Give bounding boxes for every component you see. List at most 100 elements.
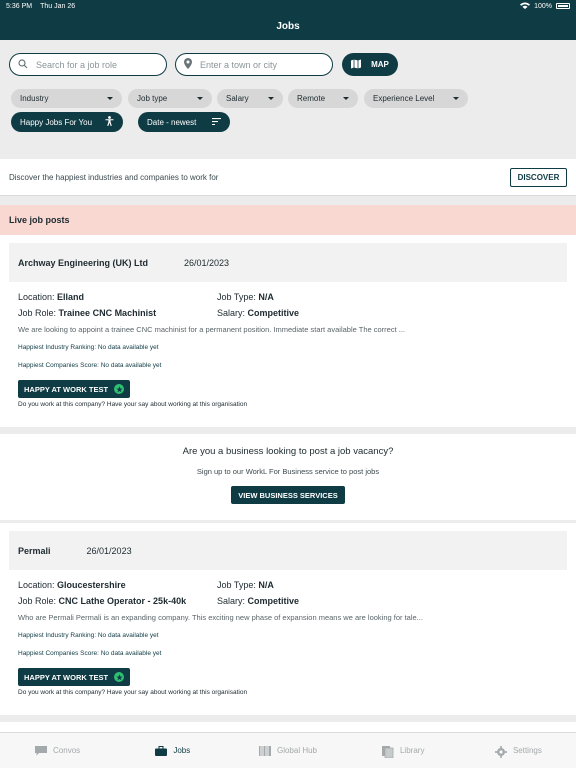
salary-value: Competitive [247,308,300,318]
tab-settings[interactable]: Settings [461,733,576,768]
happy-jobs-label: Happy Jobs For You [20,117,93,127]
job-type-value: N/A [258,580,274,590]
job-role-search-input[interactable]: Search for a job role [9,53,167,76]
live-job-posts-header: Live job posts [0,205,576,235]
experience-filter-label: Experience Level [373,94,435,103]
happy-jobs-chip[interactable]: Happy Jobs For You [11,112,123,132]
business-promo-subtitle: Sign up to our WorkL For Business servic… [196,467,380,476]
search-area: Search for a job role Enter a town or ci… [0,40,576,145]
remote-filter-label: Remote [297,94,326,103]
job-role-value: Trainee CNC Machinist [58,308,157,318]
library-icon [381,745,394,758]
chevron-down-icon [107,97,113,100]
companies-score: Happiest Companies Score: No data availa… [18,362,162,369]
salary-filter-label: Salary [226,94,249,103]
industry-ranking: Happiest Industry Ranking: No data avail… [18,632,159,639]
chat-icon [35,745,48,756]
happy-test-label: HAPPY AT WORK TEST [24,672,109,682]
industry-ranking: Happiest Industry Ranking: No data avail… [18,344,159,351]
job-card[interactable]: Permali 26/01/2023 Location: Gloucesters… [0,523,576,715]
post-date: 26/01/2023 [184,257,230,268]
sort-label: Date - newest [147,117,197,127]
company-feedback-note: Do you work at this company? Have your s… [18,689,248,696]
tab-convos-label: Convos [53,746,81,755]
battery-percent: 100% [534,2,552,10]
industry-filter-label: Industry [20,94,49,103]
industry-filter[interactable]: Industry [11,89,122,108]
business-promo-card: Are you a business looking to post a job… [0,434,576,520]
job-type-label: Job Type: [217,580,256,590]
company-name: Permali [18,545,51,556]
view-business-services-button[interactable]: VIEW BUSINESS SERVICES [231,486,345,504]
job-role-label: Job Role: [18,308,57,318]
job-role: Job Role: Trainee CNC Machinist [18,308,156,318]
chevron-down-icon [343,97,349,100]
job-role-value: CNC Lathe Operator - 25k-40k [58,596,187,606]
discover-button-label: DISCOVER [517,172,560,182]
salary-label: Salary: [217,596,246,606]
post-date: 26/01/2023 [86,545,132,556]
smile-badge-icon [114,672,125,682]
chevron-down-icon [453,97,459,100]
tab-jobs-label: Jobs [173,746,191,755]
happy-at-work-test-button[interactable]: HAPPY AT WORK TEST [18,380,131,398]
location-label: Location: [18,580,55,590]
discover-text: Discover the happiest industries and com… [9,172,219,182]
chevron-down-icon [197,97,203,100]
company-feedback-note: Do you work at this company? Have your s… [18,401,248,408]
tab-convos[interactable]: Convos [0,733,115,768]
discover-banner: Discover the happiest industries and com… [0,159,576,196]
map-icon [351,59,362,71]
chevron-down-icon [268,97,274,100]
experience-filter[interactable]: Experience Level [364,89,468,108]
company-name: Archway Engineering (UK) Ltd [18,257,149,268]
job-type: Job Type: N/A [217,292,274,302]
job-role: Job Role: CNC Lathe Operator - 25k-40k [18,596,186,606]
barcode-icon [258,745,271,756]
job-card[interactable]: Archway Engineering (UK) Ltd 26/01/2023 … [0,235,576,427]
salary-label: Salary: [217,308,246,318]
tab-global-hub-label: Global Hub [276,746,318,755]
job-type-label: Job Type: [217,292,256,302]
job-description: Who are Permali Permali is an expanding … [18,613,423,622]
tab-settings-label: Settings [512,746,542,755]
job-card-header: Archway Engineering (UK) Ltd 26/01/2023 [9,243,567,282]
job-type-value: N/A [258,292,274,302]
happy-test-label: HAPPY AT WORK TEST [24,384,109,394]
tab-jobs[interactable]: Jobs [115,733,230,768]
job-role-placeholder: Search for a job role [36,59,118,70]
job-card-header: Permali 26/01/2023 [9,531,567,570]
happy-at-work-test-button[interactable]: HAPPY AT WORK TEST [18,668,131,686]
map-button[interactable]: MAP [342,53,398,76]
town-search-input[interactable]: Enter a town or city [175,53,333,76]
location-pin-icon [184,56,192,74]
job-type: Job Type: N/A [217,580,274,590]
salary-filter[interactable]: Salary [217,89,283,108]
tab-global-hub[interactable]: Global Hub [230,733,345,768]
business-promo-title: Are you a business looking to post a job… [182,446,394,457]
companies-score: Happiest Companies Score: No data availa… [18,650,162,657]
location-label: Location: [18,292,55,302]
town-placeholder: Enter a town or city [200,59,278,70]
map-label: MAP [371,60,389,69]
job-type-filter[interactable]: Job type [128,89,212,108]
tab-library[interactable]: Library [346,733,461,768]
briefcase-icon [155,745,168,756]
salary-value: Competitive [247,596,300,606]
tab-library-label: Library [399,746,425,755]
status-date: Thu Jan 26 [40,2,76,10]
gear-icon [494,745,507,758]
job-location: Location: Elland [18,292,84,302]
job-description: We are looking to appoint a trainee CNC … [18,325,405,334]
page-title: Jobs [276,20,300,32]
live-job-posts-title: Live job posts [9,215,70,225]
job-role-label: Job Role: [18,596,57,606]
view-business-services-label: VIEW BUSINESS SERVICES [238,490,338,500]
discover-button[interactable]: DISCOVER [510,167,567,187]
status-bar: 5:36 PM Thu Jan 26 100% [0,0,576,12]
sort-chip[interactable]: Date - newest [138,112,230,132]
remote-filter[interactable]: Remote [288,89,358,108]
search-icon [18,56,28,74]
location-value: Gloucestershire [57,580,126,590]
status-time: 5:36 PM [6,2,33,10]
